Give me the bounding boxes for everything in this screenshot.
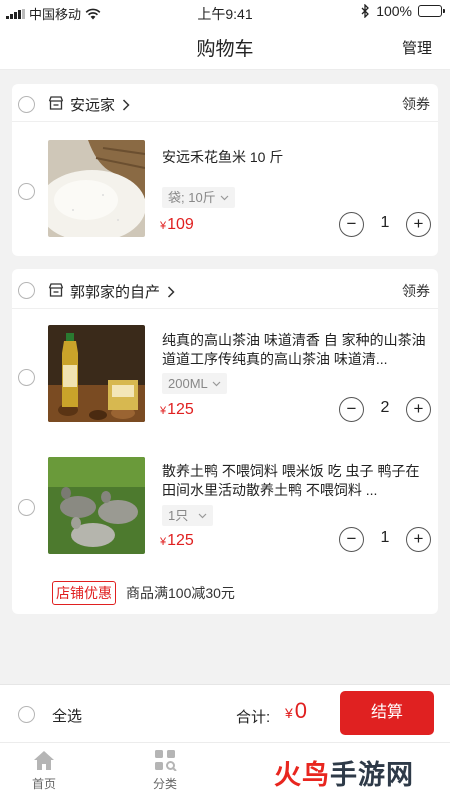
store-name[interactable]: 郭郭家的自产 [70, 281, 175, 302]
tab-label: 分类 [152, 777, 177, 791]
chevron-right-icon [123, 99, 130, 111]
coupon-button[interactable]: 领券 [402, 94, 430, 114]
increase-button[interactable]: + [406, 212, 431, 237]
spec-selector[interactable]: 200ML [162, 373, 227, 394]
item-checkbox[interactable] [18, 499, 35, 516]
decrease-button[interactable]: − [339, 527, 364, 552]
quantity-stepper: − 1 + [339, 527, 431, 553]
spec-selector[interactable]: 袋; 10斤 [162, 187, 235, 208]
tab-home[interactable]: 首页 [14, 749, 74, 792]
quantity-value[interactable]: 1 [369, 529, 401, 547]
total-label: 合计: [236, 709, 271, 726]
product-title[interactable]: 安远禾花鱼米 10 斤 [162, 148, 432, 167]
total-amount: ¥0 [285, 698, 308, 723]
increase-button[interactable]: + [406, 527, 431, 552]
promo-tag: 店铺优惠 [52, 581, 116, 605]
product-price: ¥125 [160, 401, 194, 418]
item-checkbox[interactable] [18, 369, 35, 386]
nav-bar: 购物车 管理 [0, 24, 450, 70]
bluetooth-icon [361, 4, 370, 18]
store-icon [48, 283, 64, 297]
store-header: 郭郭家的自产 领券 [12, 269, 438, 309]
store-card: 郭郭家的自产 领券 纯真的高山茶油 味道清香 自 家种的山茶油 道道工序传纯真的… [12, 269, 438, 614]
quantity-stepper: − 2 + [339, 397, 431, 423]
checkout-bar: 全选 合计: ¥0 结算 [0, 684, 450, 742]
store-name[interactable]: 安远家 [70, 94, 130, 115]
chevron-down-icon [198, 513, 207, 518]
product-price: ¥109 [160, 216, 194, 233]
spec-selector[interactable]: 1只 [162, 505, 214, 526]
tab-label: 首页 [31, 777, 56, 791]
decrease-button[interactable]: − [339, 397, 364, 422]
product-title[interactable]: 散养土鸭 不喂饲料 喂米饭 吃 虫子 鸭子在田间水里活动散养土鸭 不喂饲料 ..… [162, 462, 432, 500]
promo-text: 商品满100减30元 [126, 585, 235, 601]
chevron-down-icon [220, 195, 229, 200]
product-title[interactable]: 纯真的高山茶油 味道清香 自 家种的山茶油 道道工序传纯真的高山茶油 味道清..… [162, 331, 432, 369]
product-image-rice[interactable] [48, 140, 145, 237]
product-price: ¥125 [160, 532, 194, 549]
store-checkbox[interactable] [18, 96, 35, 113]
store-checkbox[interactable] [18, 282, 35, 299]
chevron-right-icon [168, 286, 175, 298]
decrease-button[interactable]: − [339, 212, 364, 237]
store-card: 安远家 领券 安远禾花鱼米 10 斤 袋; 10斤 ¥109 − 1 + [12, 84, 438, 256]
quantity-value[interactable]: 2 [369, 399, 401, 417]
page-title: 购物车 [196, 39, 254, 60]
select-all-label[interactable]: 全选 [52, 705, 82, 726]
quantity-value[interactable]: 1 [369, 214, 401, 232]
product-image-tea-oil[interactable] [48, 325, 145, 422]
status-bar: 中国移动 上午9:41 100% [0, 0, 450, 24]
manage-button[interactable]: 管理 [402, 37, 432, 58]
watermark-logo: 火鸟 手游网 [258, 746, 430, 798]
home-icon [34, 751, 54, 770]
store-header: 安远家 领券 [12, 84, 438, 122]
store-promotion: 店铺优惠 商品满100减30元 [52, 581, 235, 605]
chevron-down-icon [212, 381, 221, 386]
tab-category[interactable]: 分类 [135, 749, 195, 792]
select-all-checkbox[interactable] [18, 706, 35, 723]
quantity-stepper: − 1 + [339, 212, 431, 238]
item-checkbox[interactable] [18, 183, 35, 200]
coupon-button[interactable]: 领券 [402, 281, 430, 301]
checkout-button[interactable]: 结算 [340, 691, 434, 735]
battery-percent: 100% [376, 3, 412, 19]
category-icon [155, 750, 177, 771]
increase-button[interactable]: + [406, 397, 431, 422]
store-icon [48, 96, 64, 110]
product-image-duck[interactable] [48, 457, 145, 554]
battery-icon [418, 5, 445, 17]
